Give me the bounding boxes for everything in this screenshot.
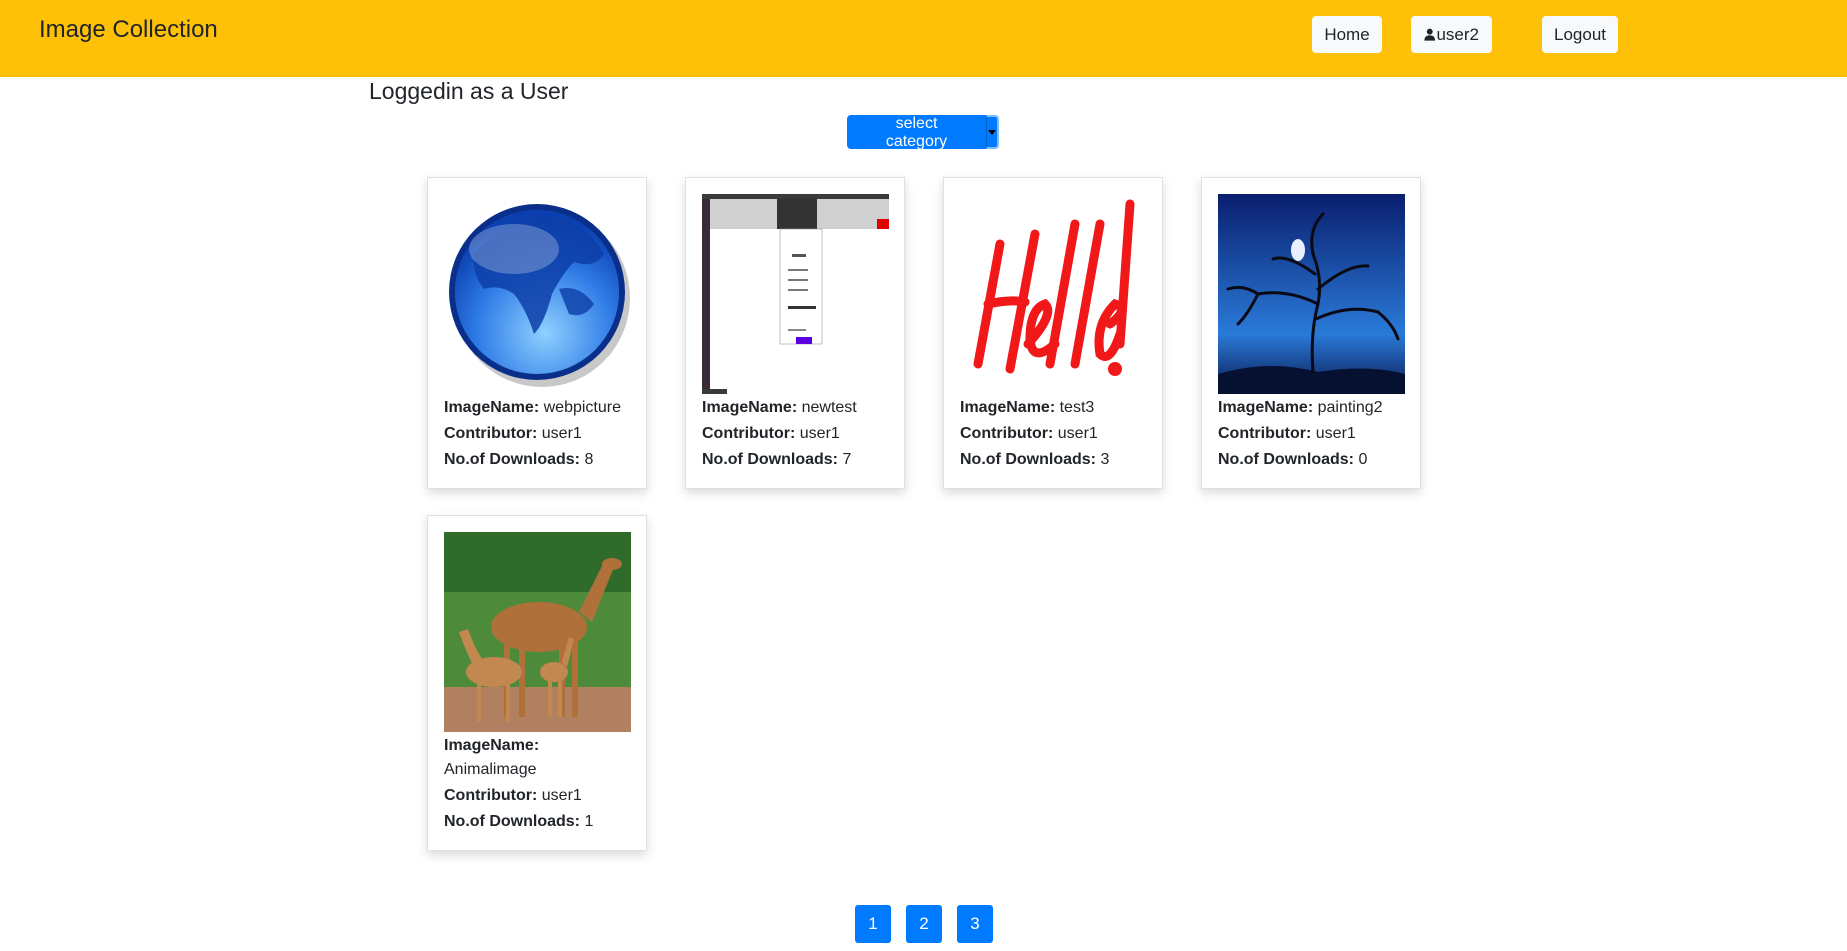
downloads-label: No.of Downloads: xyxy=(702,451,838,468)
contributor-row: Contributor: user1 xyxy=(444,422,630,446)
category-dropdown[interactable]: select category xyxy=(847,115,999,150)
home-button[interactable]: Home xyxy=(1312,16,1382,53)
image-name-label: ImageName: xyxy=(960,399,1056,416)
brand-title[interactable]: Image Collection xyxy=(39,16,218,44)
image-thumbnail-night-tree-painting[interactable] xyxy=(1218,194,1405,394)
logout-button[interactable]: Logout xyxy=(1542,16,1618,53)
image-name-row: ImageName: newtest xyxy=(702,396,888,420)
image-card[interactable]: ImageName: webpicture Contributor: user1… xyxy=(427,177,647,489)
contributor-value: user1 xyxy=(541,425,582,442)
image-name-label: ImageName: xyxy=(702,399,798,416)
contributor-row: Contributor: user1 xyxy=(702,422,888,446)
category-dropdown-toggle[interactable] xyxy=(986,115,999,149)
contributor-label: Contributor: xyxy=(1218,425,1312,442)
downloads-label: No.of Downloads: xyxy=(444,451,580,468)
downloads-value: 0 xyxy=(1358,451,1368,468)
contributor-label: Contributor: xyxy=(702,425,796,442)
image-name-value: webpicture xyxy=(543,399,621,416)
downloads-label: No.of Downloads: xyxy=(960,451,1096,468)
contributor-row: Contributor: user1 xyxy=(444,784,630,808)
contributor-value: user1 xyxy=(1315,425,1356,442)
caret-down-icon xyxy=(988,129,996,135)
contributor-value: user1 xyxy=(541,787,582,804)
contributor-label: Contributor: xyxy=(960,425,1054,442)
downloads-value: 7 xyxy=(842,451,852,468)
contributor-label: Contributor: xyxy=(444,787,538,804)
select-category-button[interactable]: select category xyxy=(847,115,986,150)
page-2-button[interactable]: 2 xyxy=(906,905,942,943)
downloads-row: No.of Downloads: 1 xyxy=(444,810,630,834)
downloads-row: No.of Downloads: 8 xyxy=(444,448,630,472)
image-thumbnail-hello-lettering[interactable] xyxy=(960,194,1147,394)
image-name-value: newtest xyxy=(801,399,857,416)
image-name-label: ImageName: xyxy=(444,399,540,416)
image-thumbnail-camels[interactable] xyxy=(444,532,631,732)
image-name-value: Animalimage xyxy=(444,761,537,778)
image-name-value: test3 xyxy=(1059,399,1095,416)
user-name-label: user2 xyxy=(1436,24,1479,44)
contributor-value: user1 xyxy=(799,425,840,442)
image-card[interactable]: ImageName: Animalimage Contributor: user1… xyxy=(427,515,647,851)
downloads-label: No.of Downloads: xyxy=(444,813,580,830)
user-profile-button[interactable]: user2 xyxy=(1411,16,1492,53)
downloads-value: 3 xyxy=(1100,451,1110,468)
downloads-value: 8 xyxy=(584,451,594,468)
page-3-button[interactable]: 3 xyxy=(957,905,993,943)
contributor-row: Contributor: user1 xyxy=(1218,422,1404,446)
downloads-row: No.of Downloads: 7 xyxy=(702,448,888,472)
image-name-label: ImageName: xyxy=(1218,399,1314,416)
image-name-row: ImageName: Animalimage xyxy=(444,734,630,782)
image-name-row: ImageName: webpicture xyxy=(444,396,630,420)
login-status-text: Loggedin as a User xyxy=(369,78,569,104)
image-name-row: ImageName: test3 xyxy=(960,396,1146,420)
image-card[interactable]: ImageName: painting2 Contributor: user1 … xyxy=(1201,177,1421,489)
contributor-row: Contributor: user1 xyxy=(960,422,1146,446)
downloads-label: No.of Downloads: xyxy=(1218,451,1354,468)
user-icon xyxy=(1424,28,1436,41)
downloads-row: No.of Downloads: 0 xyxy=(1218,448,1404,472)
contributor-value: user1 xyxy=(1057,425,1098,442)
image-name-row: ImageName: painting2 xyxy=(1218,396,1404,420)
image-card[interactable]: ImageName: test3 Contributor: user1 No.o… xyxy=(943,177,1163,489)
image-thumbnail-globe[interactable] xyxy=(444,194,631,394)
image-card[interactable]: ImageName: newtest Contributor: user1 No… xyxy=(685,177,905,489)
image-name-label: ImageName: xyxy=(444,737,540,754)
image-name-value: painting2 xyxy=(1317,399,1383,416)
page-1-button[interactable]: 1 xyxy=(855,905,891,943)
contributor-label: Contributor: xyxy=(444,425,538,442)
downloads-value: 1 xyxy=(584,813,594,830)
top-navbar: Image Collection Home user2 Logout xyxy=(0,0,1847,77)
downloads-row: No.of Downloads: 3 xyxy=(960,448,1146,472)
image-thumbnail-screenshot[interactable] xyxy=(702,194,889,394)
